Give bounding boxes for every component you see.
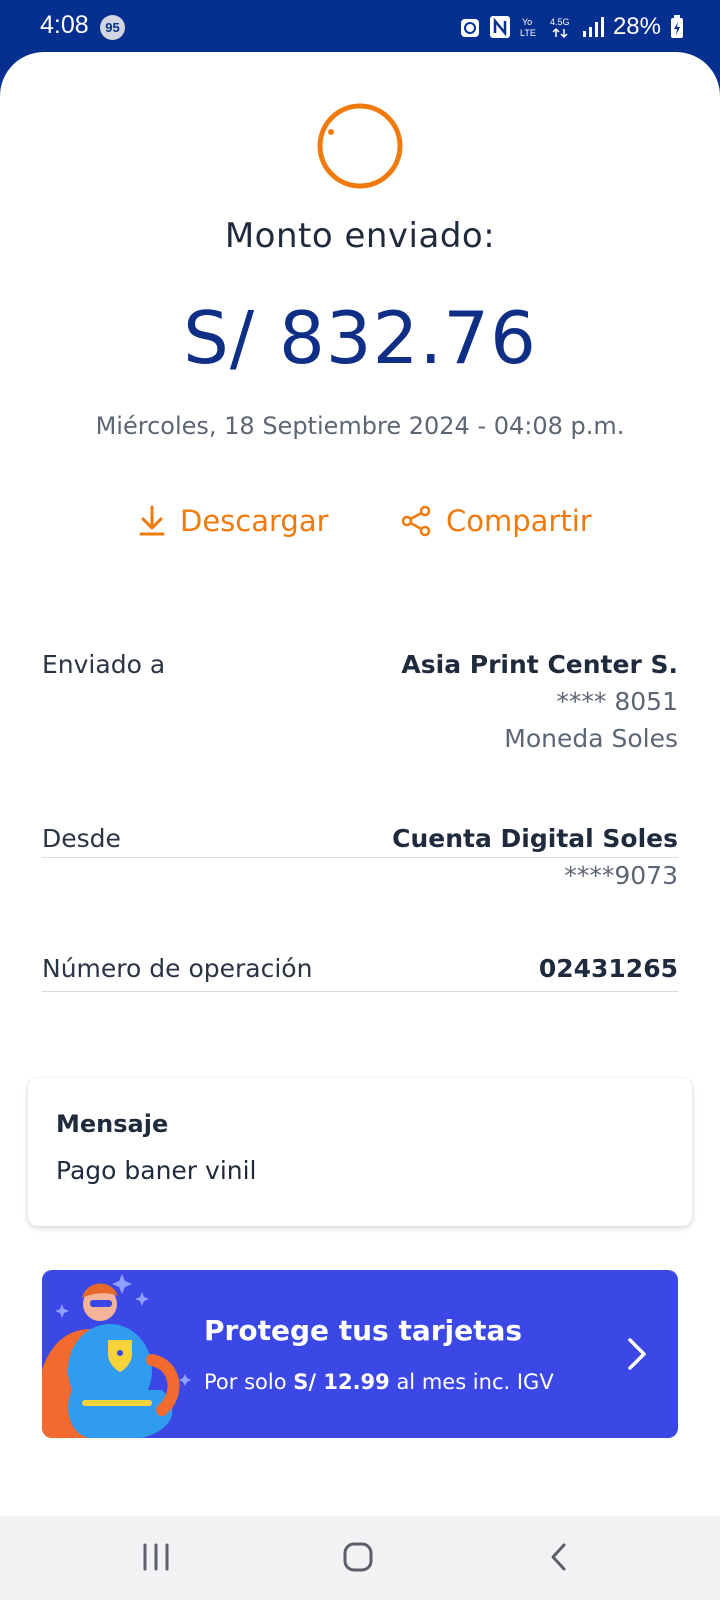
signal-icon (582, 17, 604, 37)
protect-cards-promo-banner[interactable]: Protege tus tarjetas Por solo S/ 12.99 a… (42, 1270, 678, 1438)
receipt-sheet: Monto enviado: S/ 832.76 Miércoles, 18 S… (0, 52, 720, 1516)
operation-values: 02431265 (539, 954, 678, 983)
notification-count-badge: 95 (100, 15, 125, 40)
recent-apps-icon (143, 1543, 169, 1571)
operation-number: 02431265 (538, 954, 678, 983)
promo-price: S/ 12.99 (293, 1370, 390, 1394)
system-navigation-bar (0, 1516, 720, 1600)
back-button[interactable] (548, 1542, 570, 1576)
promo-subtitle: Por solo S/ 12.99 al mes inc. IGV (204, 1370, 554, 1394)
download-label: Descargar (180, 504, 329, 538)
share-icon (401, 505, 431, 537)
receipt-title: Monto enviado: (224, 216, 496, 256)
promo-subtitle-prefix: Por solo (204, 1370, 294, 1394)
transaction-datetime: Miércoles, 18 Septiembre 2024 - 04:08 p.… (95, 412, 625, 440)
home-icon (343, 1542, 373, 1572)
back-icon (551, 1543, 566, 1571)
chevron-right-icon (628, 1338, 646, 1370)
recipient-label: Enviado a (42, 650, 166, 679)
operation-label: Número de operación (42, 954, 313, 983)
promo-subtitle-suffix: al mes inc. IGV (389, 1370, 554, 1394)
download-icon (139, 505, 165, 536)
share-label: Compartir (446, 504, 592, 538)
battery-percentage: 28% (612, 13, 661, 40)
download-button[interactable]: Descargar (138, 504, 329, 538)
network-4-5g-icon: 4.5G (550, 17, 570, 39)
status-icons: Yo LTE 4.5G 28% (460, 12, 684, 42)
recipient-name: Asia Print Center S. (401, 650, 678, 679)
message-card: Mensaje Pago baner vinil (28, 1078, 692, 1226)
from-account-number: ****9073 (564, 861, 678, 890)
recycle-icon (460, 19, 479, 37)
recipient-account: **** 8051 (556, 687, 678, 716)
recipient-currency: Moneda Soles (504, 724, 678, 753)
from-values: Cuenta Digital Soles ****9073 (392, 824, 678, 890)
svg-text:4.5G: 4.5G (550, 17, 570, 27)
battery-charging-icon (671, 15, 683, 38)
from-label: Desde (42, 824, 121, 853)
nfc-icon (489, 16, 510, 38)
home-button[interactable] (342, 1542, 374, 1576)
from-account-name: Cuenta Digital Soles (392, 824, 678, 853)
receipt-actions: Descargar Compartir (0, 504, 720, 554)
status-time: 4:08 (40, 11, 89, 39)
share-button[interactable]: Compartir (400, 504, 592, 538)
sent-amount: S/ 832.76 (183, 296, 537, 380)
superhero-mascot-icon (42, 1274, 191, 1438)
operation-number-row: Número de operación 02431265 (42, 954, 678, 1086)
message-title: Mensaje (56, 1110, 169, 1138)
svg-text:Yo: Yo (522, 17, 532, 27)
message-text: Pago baner vinil (56, 1156, 257, 1185)
recent-apps-button[interactable] (142, 1542, 170, 1576)
volte-icon: Yo LTE (520, 17, 536, 38)
svg-text:LTE: LTE (520, 28, 536, 38)
loading-spinner-icon (317, 103, 403, 189)
recipient-values: Asia Print Center S. **** 8051 Moneda So… (401, 650, 678, 753)
promo-title: Protege tus tarjetas (204, 1314, 523, 1347)
status-bar: 4:08 95 Yo LTE 4.5G 28% (0, 0, 720, 54)
